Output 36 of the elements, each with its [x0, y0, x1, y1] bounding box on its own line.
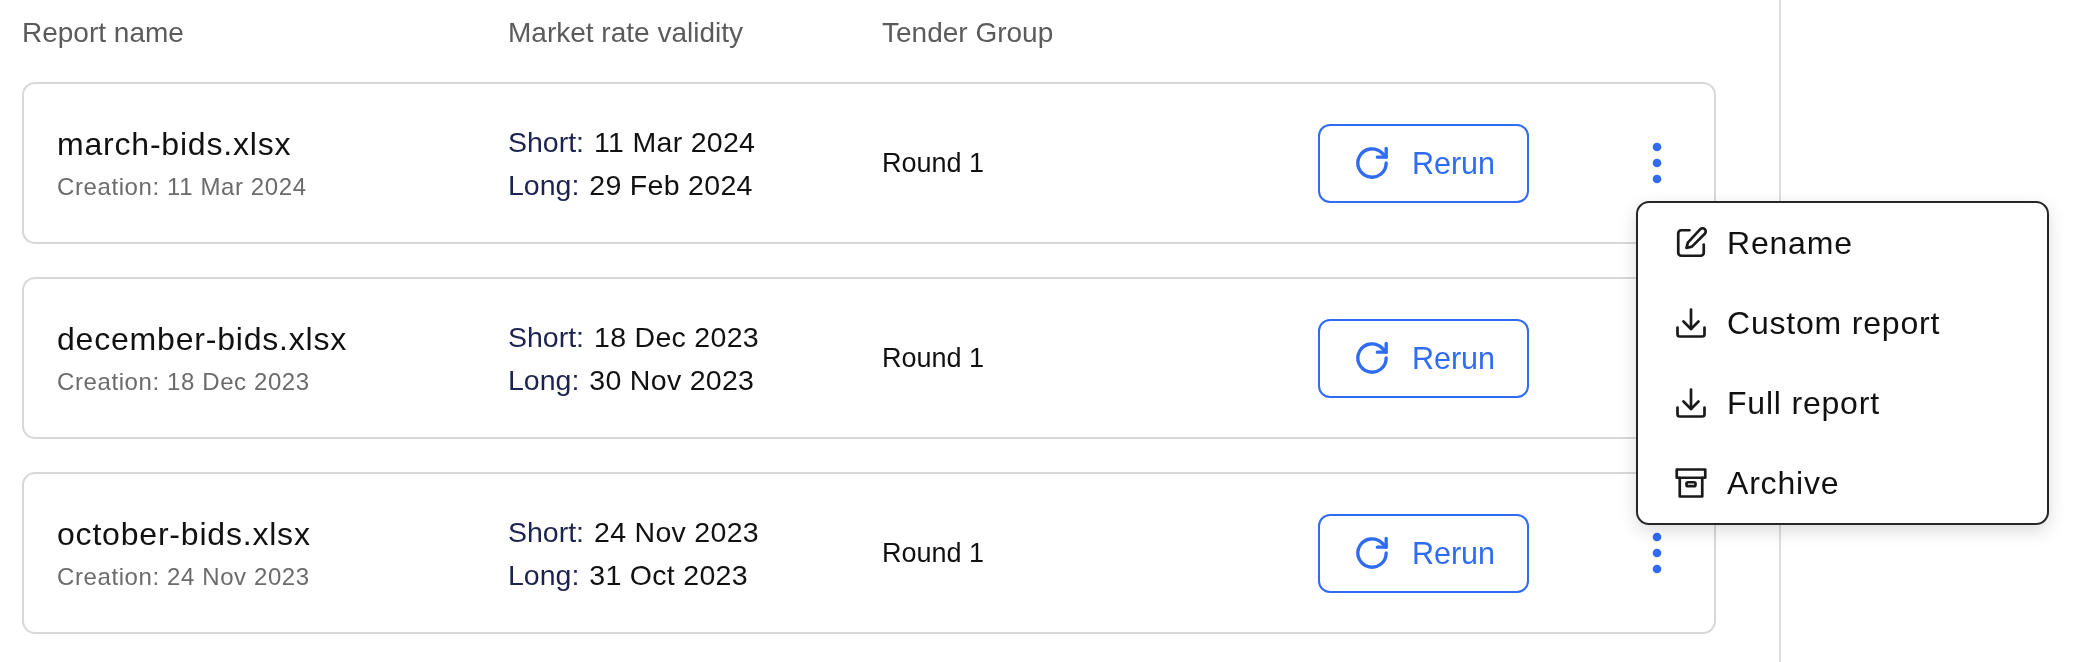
validity-date: 31 Oct 2023	[589, 557, 748, 592]
creation-date: Creation: 11 Mar 2024	[57, 173, 307, 201]
validity-date: 29 Feb 2024	[589, 167, 753, 202]
tender-group: Round 1	[882, 537, 985, 569]
validity-label: Long:	[508, 557, 580, 592]
validity-date: 24 Nov 2023	[594, 514, 759, 549]
file-name: december-bids.xlsx	[57, 320, 348, 358]
archive-icon	[1673, 465, 1709, 501]
validity-date: 30 Nov 2023	[589, 362, 755, 397]
more-options-icon	[1652, 532, 1662, 574]
menu-item[interactable]: Archive	[1638, 443, 2047, 523]
tender-group: Round 1	[882, 342, 985, 374]
validity-label: Long:	[508, 167, 580, 202]
menu-item[interactable]: Full report	[1638, 363, 2047, 443]
menu-item[interactable]: Custom report	[1638, 283, 2047, 363]
file-name: march-bids.xlsx	[57, 125, 292, 163]
tender-group: Round 1	[882, 147, 985, 179]
rerun-button[interactable]: Rerun	[1318, 123, 1529, 203]
validity-label: Short:	[508, 319, 585, 354]
more-options-icon	[1652, 142, 1662, 184]
rerun-button[interactable]: Rerun	[1318, 318, 1529, 398]
validity-label: Long:	[508, 362, 580, 397]
rerun-button[interactable]: Rerun	[1318, 513, 1529, 593]
download-icon	[1673, 385, 1709, 421]
validity-date: 11 Mar 2024	[594, 124, 756, 159]
validity-label: Short:	[508, 124, 585, 159]
validity-date: 18 Dec 2023	[594, 319, 759, 354]
validity-label: Short:	[508, 514, 585, 549]
creation-date: Creation: 24 Nov 2023	[57, 563, 310, 591]
column-header: Report name	[22, 17, 185, 49]
download-icon	[1673, 305, 1709, 341]
creation-date: Creation: 18 Dec 2023	[57, 368, 310, 396]
file-name: october-bids.xlsx	[57, 515, 311, 553]
column-header: Tender Group	[882, 17, 1054, 49]
column-header: Market rate validity	[508, 17, 744, 49]
menu-item[interactable]: Rename	[1638, 203, 2047, 283]
